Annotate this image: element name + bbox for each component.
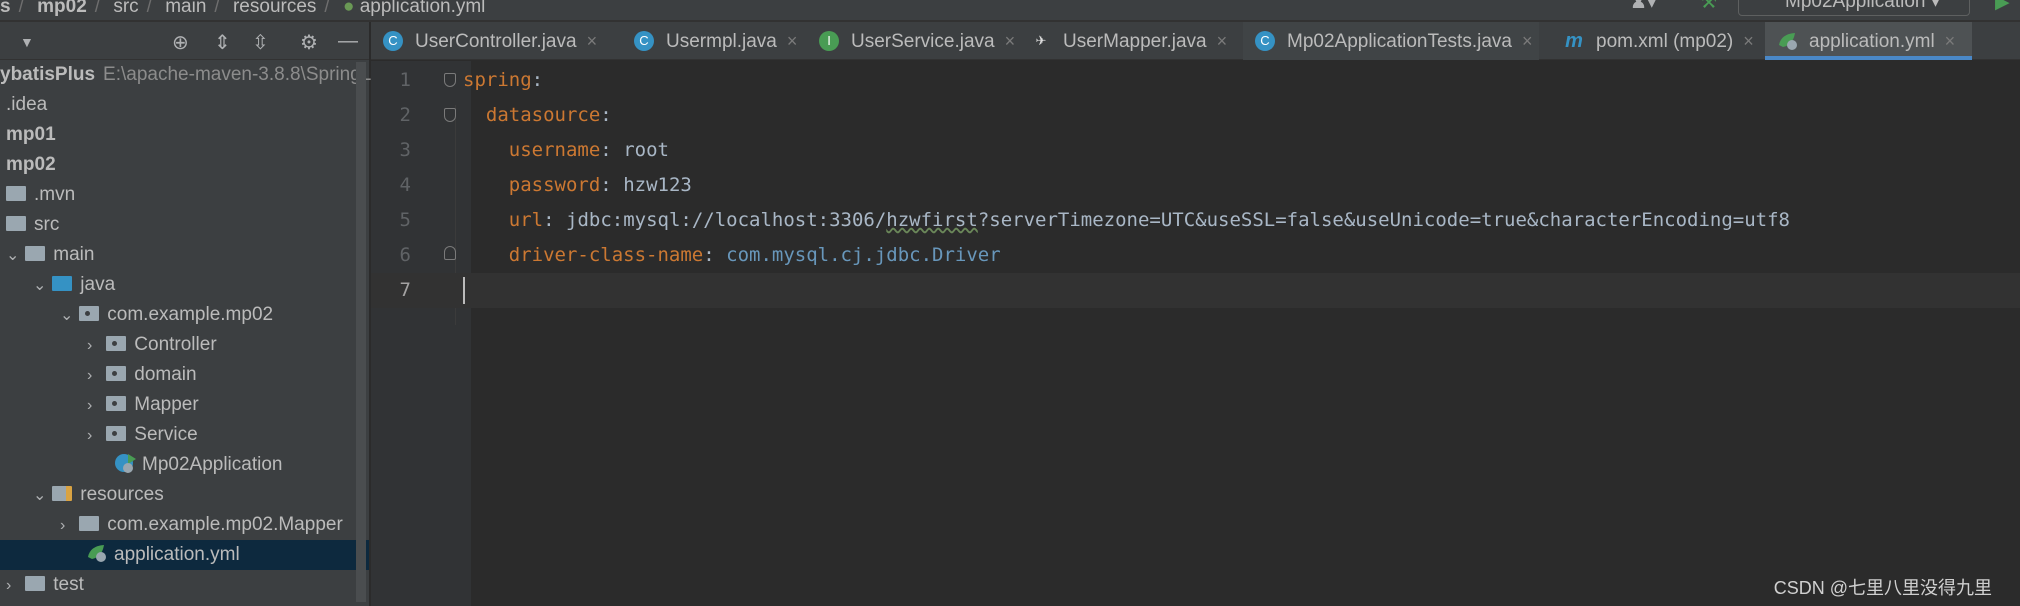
tab-usermpl[interactable]: C Usermpl.java × <box>622 22 797 60</box>
minimize-icon[interactable]: — <box>338 30 358 53</box>
tree-item-application-yml[interactable]: application.yml <box>0 540 369 570</box>
tree-item-package[interactable]: ⌄ com.example.mp02 <box>0 300 369 330</box>
spring-boot-class-icon <box>114 453 136 473</box>
test-class-icon: C <box>1255 31 1275 51</box>
code-editor[interactable]: 1 spring: 2 datasource: 3 username: root … <box>371 61 2020 606</box>
collapse-all-icon[interactable]: ⇳ <box>252 30 269 55</box>
close-icon[interactable]: × <box>1005 31 1016 51</box>
tree-item-src[interactable]: src <box>0 210 369 240</box>
tree-item-mp01[interactable]: mp01 <box>0 120 369 150</box>
breadcrumb: s / mp02/ src / main / resources / ● applica… <box>0 0 2020 22</box>
code-line: 5 url: jdbc:mysql://localhost:3306/hzwfi… <box>399 209 1790 231</box>
tab-userservice[interactable]: I UserService.java × <box>807 22 1015 60</box>
fold-icon[interactable] <box>444 73 456 87</box>
breadcrumb-item[interactable]: main <box>165 0 206 17</box>
tree-item-mapper[interactable]: › Mapper <box>0 390 369 420</box>
tree-item-java[interactable]: ⌄ java <box>0 270 369 300</box>
breadcrumb-item[interactable]: application.yml <box>360 0 486 17</box>
tree-item-mp02application[interactable]: Mp02Application <box>0 450 369 480</box>
tab-usermapper[interactable]: ✈ UserMapper.java × <box>1019 22 1229 60</box>
code-line: 4 password: hzw123 <box>399 174 692 196</box>
chevron-down-icon[interactable]: ⌄ <box>33 271 47 301</box>
spring-yml-icon: ● <box>342 0 355 17</box>
vcs-icon[interactable]: ♟▾ <box>1630 0 1657 12</box>
package-icon <box>106 426 127 441</box>
folder-icon <box>6 186 26 201</box>
fold-icon[interactable] <box>444 246 456 260</box>
chevron-right-icon[interactable]: › <box>60 511 74 541</box>
code-line: 1 spring: <box>399 69 544 91</box>
tab-usercontroller[interactable]: C UserController.java × <box>371 22 597 60</box>
project-tree: ybatisPlus E:\apache-maven-3.8.8\SpringL … <box>0 60 371 600</box>
package-icon <box>106 366 127 381</box>
breadcrumb-item[interactable]: s <box>0 0 11 17</box>
close-icon[interactable]: × <box>1945 31 1956 51</box>
close-icon[interactable]: × <box>1217 31 1228 51</box>
project-panel: ▼ ⊕ ⇕ ⇳ ⚙ — ybatisPlus E:\apache-maven-3.… <box>0 22 371 606</box>
close-icon[interactable]: × <box>1743 31 1754 51</box>
package-icon <box>79 306 100 321</box>
fold-icon[interactable] <box>444 108 456 122</box>
tab-mp02applicationtests[interactable]: C Mp02ApplicationTests.java × <box>1243 22 1539 60</box>
dropdown-icon[interactable]: ▼ <box>20 34 34 50</box>
class-icon: C <box>634 31 654 51</box>
tree-item-domain[interactable]: › domain <box>0 360 369 390</box>
spring-yml-icon <box>86 543 108 563</box>
class-icon: C <box>383 31 403 51</box>
package-icon <box>106 396 127 411</box>
chevron-down-icon[interactable]: ⌄ <box>33 481 47 511</box>
tree-item-mp02[interactable]: mp02 <box>0 150 369 180</box>
breadcrumb-item[interactable]: mp02 <box>37 0 87 17</box>
run-icon[interactable]: ▶ <box>1995 0 2010 12</box>
tree-item-controller[interactable]: › Controller <box>0 330 369 360</box>
source-folder-icon <box>52 276 73 291</box>
resources-folder-icon <box>52 486 73 501</box>
project-scrollbar[interactable] <box>356 62 366 602</box>
tab-pom-xml[interactable]: m pom.xml (mp02) × <box>1552 22 1754 60</box>
mapper-icon: ✈ <box>1035 33 1047 48</box>
maven-icon: m <box>1565 30 1583 52</box>
tree-item-mapper-resources[interactable]: › com.example.mp02.Mapper <box>0 510 369 540</box>
chevron-down-icon[interactable]: ⌄ <box>6 241 20 271</box>
chevron-right-icon[interactable]: › <box>87 331 101 361</box>
package-icon <box>106 336 127 351</box>
close-icon[interactable]: × <box>587 31 598 51</box>
editor-tabs: C UserController.java × C Usermpl.java × I Us… <box>371 22 2020 60</box>
tree-root[interactable]: ybatisPlus E:\apache-maven-3.8.8\SpringL <box>0 60 371 90</box>
run-config-select[interactable]: Mp02Application ▾ <box>1738 0 1970 16</box>
chevron-right-icon[interactable]: › <box>87 391 101 421</box>
breadcrumb-item[interactable]: src <box>113 0 138 17</box>
expand-all-icon[interactable]: ⇕ <box>214 30 231 55</box>
tab-application-yml[interactable]: application.yml × <box>1765 22 1972 60</box>
build-icon[interactable]: ⚒ <box>1700 0 1717 12</box>
locate-icon[interactable]: ⊕ <box>172 30 189 55</box>
project-panel-toolbar: ▼ ⊕ ⇕ ⇳ ⚙ — <box>0 22 369 60</box>
code-line: 3 username: root <box>399 139 669 161</box>
tree-item-service[interactable]: › Service <box>0 420 369 450</box>
close-icon[interactable]: × <box>1522 31 1533 51</box>
tree-item-main[interactable]: ⌄ main <box>0 240 369 270</box>
code-line-current: 7 <box>371 273 2020 308</box>
chevron-right-icon[interactable]: › <box>87 421 101 451</box>
breadcrumb-item[interactable]: resources <box>233 0 316 17</box>
gear-icon[interactable]: ⚙ <box>300 30 318 55</box>
chevron-down-icon[interactable]: ⌄ <box>60 301 74 331</box>
watermark: CSDN @七里八里没得九里 <box>1773 578 1992 598</box>
tree-item-test[interactable]: › test <box>0 570 369 600</box>
code-line: 6 driver-class-name: com.mysql.cj.jdbc.D… <box>399 244 1001 266</box>
interface-icon: I <box>819 31 839 51</box>
spring-yml-icon <box>1777 31 1797 51</box>
folder-icon <box>25 576 46 591</box>
tree-item-resources[interactable]: ⌄ resources <box>0 480 369 510</box>
folder-icon <box>25 246 46 261</box>
text-caret <box>463 277 465 304</box>
chevron-right-icon[interactable]: › <box>6 571 20 601</box>
folder-icon <box>79 516 100 531</box>
tree-item-idea[interactable]: .idea <box>0 90 369 120</box>
chevron-right-icon[interactable]: › <box>87 361 101 391</box>
folder-icon <box>6 216 26 231</box>
close-icon[interactable]: × <box>787 31 798 51</box>
tree-item-mvn[interactable]: .mvn <box>0 180 369 210</box>
code-line: 2 datasource: <box>399 104 612 126</box>
